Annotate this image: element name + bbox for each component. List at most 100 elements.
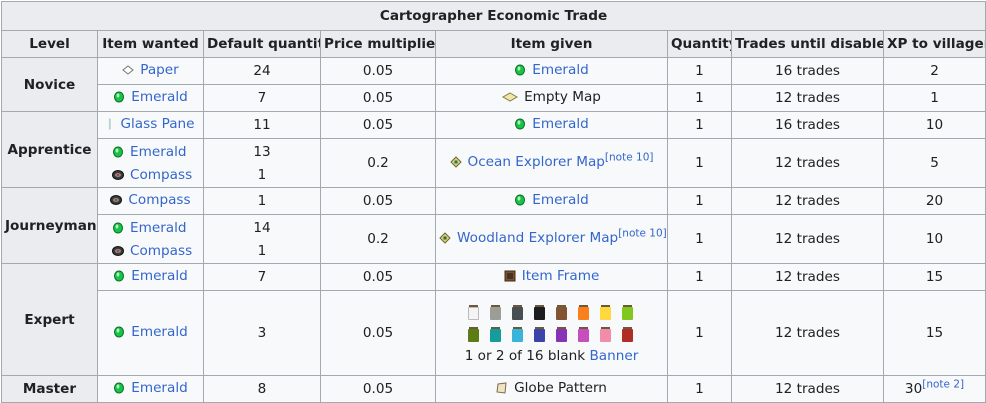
header-price-multiplier: Price multiplier [320,30,436,58]
emerald-icon [114,382,125,394]
level-master: Master [1,375,98,403]
trade-table: Cartographer Economic Trade Level Item w… [0,1,986,403]
cell-quantity: 1 [667,375,732,403]
banner-icon [555,326,567,342]
item-link-emerald[interactable]: Emerald [130,144,187,160]
cell-quantity: 1 [667,84,732,112]
cell-trades: 12 trades [731,290,884,376]
note-10-ref[interactable]: [note 10] [618,227,666,239]
cell-trades: 12 trades [731,375,884,403]
header-level: Level [1,30,98,58]
cell-default-quantity: 8 [203,375,321,403]
cell-price-multiplier: 0.05 [320,57,436,85]
cell-price-multiplier: 0.2 [320,214,436,264]
banner-description: 1 or 2 of 16 blank [464,347,586,364]
table-row: Emerald Compass 13 1 0.2 Ocean Explorer … [2,138,986,188]
woodland-explorer-map-icon [439,232,451,244]
cell-trades: 12 trades [731,138,884,188]
cell-price-multiplier: 0.05 [320,375,436,403]
cell-trades: 12 trades [731,187,884,215]
table-row: Emerald 3 0.05 1 or 2 of 16 blank Banner… [2,290,986,376]
item-link-emerald[interactable]: Emerald [131,89,188,105]
table-caption: Cartographer Economic Trade [0,1,986,31]
emerald-icon [113,222,123,233]
cell-quantity: 1 [667,111,732,139]
empty-map-icon [502,92,519,102]
cell-default-quantity: 1 [257,242,267,259]
banner-icon [577,304,589,320]
header-item-given: Item given [435,30,668,58]
item-link-paper[interactable]: Paper [140,62,179,78]
cell-quantity: 1 [667,138,732,188]
cell-xp: 15 [882,290,986,376]
cell-default-quantity: 11 [203,111,321,139]
item-empty-map: Empty Map [524,89,601,105]
header-xp-to-villager: XP to villager [882,30,986,58]
banner-icon [577,326,589,342]
cell-default-quantity: 1 [257,166,267,183]
cell-default-quantity: 3 [203,290,321,376]
globe-pattern-icon [496,382,507,394]
header-quantity: Quantity [667,30,732,58]
cell-price-multiplier: 0.05 [320,263,436,291]
item-link-compass[interactable]: Compass [130,167,192,183]
ocean-explorer-map-icon [449,156,462,168]
compass-icon [112,169,124,180]
emerald-icon [515,118,526,130]
cell-quantity: 1 [667,57,732,85]
cell-default-quantity: 13 [253,143,271,160]
banner-icon [621,326,633,342]
banner-icon [467,304,479,320]
item-link-emerald[interactable]: Emerald [130,220,187,236]
emerald-icon [515,194,526,206]
item-link-emerald[interactable]: Emerald [131,380,188,396]
cell-quantity: 1 [667,187,732,215]
compass-icon [112,245,124,256]
table-row: Novice Paper 24 0.05 Emerald 1 16 trades… [1,57,986,112]
item-link-compass[interactable]: Compass [128,192,190,208]
cell-trades: 12 trades [731,214,884,264]
cell-quantity: 1 [667,214,732,264]
header-default-quantity: Default quantity [203,30,321,58]
emerald-icon [114,326,125,338]
banner-icon [621,304,633,320]
table-row: Emerald 7 0.05 Empty Map 1 12 trades 1 [2,84,986,112]
banner-icon-grid [439,304,664,342]
banner-icon [511,304,523,320]
item-link-emerald[interactable]: Emerald [532,62,589,78]
item-link-ocean-explorer-map[interactable]: Ocean Explorer Map [468,154,605,170]
banner-icon [599,304,611,320]
note-10-ref[interactable]: [note 10] [605,151,654,163]
item-link-emerald[interactable]: Emerald [532,116,589,132]
item-link-emerald[interactable]: Emerald [131,324,188,340]
item-link-woodland-explorer-map[interactable]: Woodland Explorer Map [457,230,618,246]
cell-trades: 12 trades [731,263,884,291]
cell-default-quantity: 7 [203,263,321,291]
level-expert: Expert [1,263,98,376]
emerald-icon [114,270,125,282]
item-link-emerald[interactable]: Emerald [532,192,589,208]
banner-icon [533,304,545,320]
item-link-glass-pane[interactable]: Glass Pane [120,116,194,132]
cell-price-multiplier: 0.05 [320,187,436,215]
cell-default-quantity: 24 [203,57,321,85]
item-link-item-frame[interactable]: Item Frame [522,268,600,284]
item-globe-pattern: Globe Pattern [514,380,607,396]
cell-default-quantity: 7 [203,84,321,112]
cell-xp: 15 [882,263,986,291]
cell-xp: 20 [882,187,986,215]
compass-icon [110,195,123,205]
header-trades-until-disabled: Trades until disabled [731,30,884,58]
cell-quantity: 1 [667,290,732,376]
cell-xp: 1 [882,84,986,112]
banner-icon [489,326,501,342]
note-2-ref[interactable]: [note 2] [922,378,964,390]
banner-icon [511,326,523,342]
item-link-banner[interactable]: Banner [589,348,638,364]
cell-trades: 12 trades [731,84,884,112]
cell-default-quantity: 1 [203,187,321,215]
item-link-emerald[interactable]: Emerald [131,268,188,284]
glass-pane-icon [109,118,112,130]
item-link-compass[interactable]: Compass [130,243,192,259]
header-item-wanted: Item wanted [97,30,204,58]
